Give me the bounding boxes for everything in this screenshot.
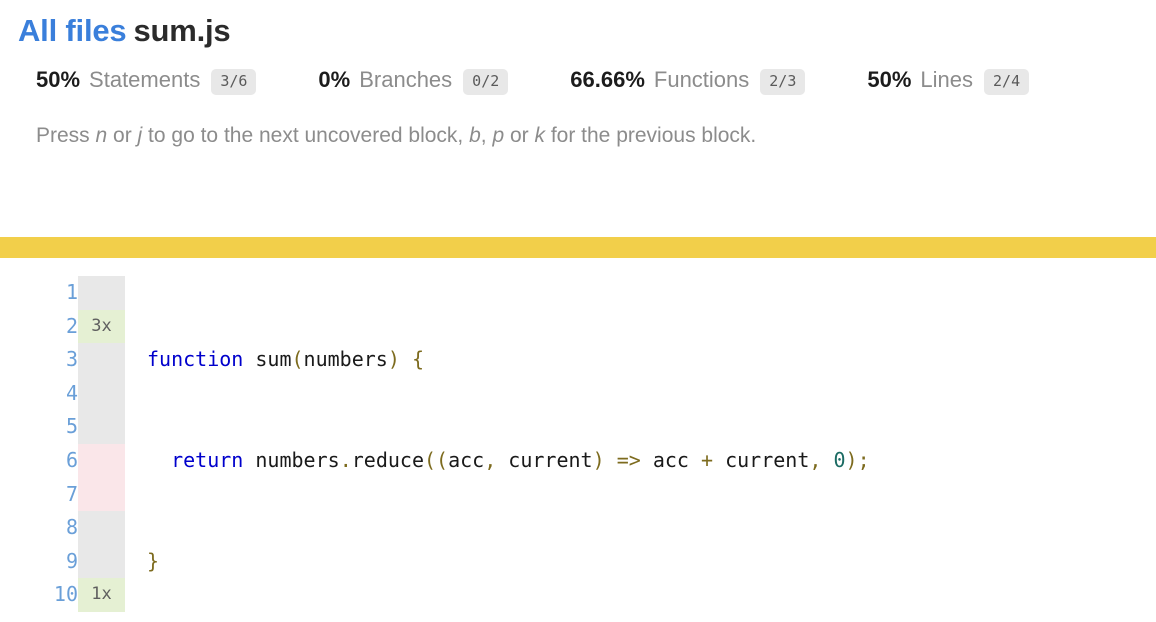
- line-number[interactable]: 7: [0, 478, 78, 512]
- code-line: function sum(numbers) {: [147, 343, 1156, 377]
- lines-fraction: 2/4: [984, 69, 1029, 95]
- code-line: }: [147, 545, 1156, 579]
- breadcrumb-all-files-link[interactable]: All files: [18, 13, 126, 48]
- line-number[interactable]: 10: [0, 578, 78, 612]
- functions-percent: 66.66%: [570, 67, 645, 93]
- lines-label: Lines: [920, 67, 973, 93]
- line-number[interactable]: 8: [0, 511, 78, 545]
- hint-key-n: n: [96, 124, 108, 147]
- execution-count: 1x: [78, 578, 125, 612]
- hint-key-p: p: [492, 124, 504, 147]
- line-number[interactable]: 2: [0, 310, 78, 344]
- metric-lines: 50% Lines 2/4: [867, 67, 1029, 96]
- lines-percent: 50%: [867, 67, 911, 93]
- hint-text-6: for the previous block.: [545, 124, 756, 147]
- line-number-gutter: 1 2 3 4 5 6 7 8 9 10: [0, 276, 78, 622]
- line-number[interactable]: 5: [0, 410, 78, 444]
- execution-count: [78, 511, 125, 545]
- functions-label: Functions: [654, 67, 749, 93]
- coverage-summary: 50% Statements 3/6 0% Branches 0/2 66.66…: [36, 67, 1156, 96]
- code-line: return numbers.reduce((acc, current) => …: [147, 444, 1156, 478]
- execution-count: [78, 410, 125, 444]
- branches-fraction: 0/2: [463, 69, 508, 95]
- execution-count-gutter: 3x 1x: [78, 276, 125, 622]
- hint-text-3: to go to the next uncovered block,: [142, 124, 469, 147]
- coverage-report-page: All filessum.js 50% Statements 3/6 0% Br…: [0, 0, 1156, 622]
- hint-text-5: or: [504, 124, 534, 147]
- execution-count: [78, 343, 125, 377]
- execution-count: [78, 377, 125, 411]
- line-number[interactable]: 4: [0, 377, 78, 411]
- current-file-name: sum.js: [133, 13, 230, 48]
- statements-percent: 50%: [36, 67, 80, 93]
- line-number[interactable]: 9: [0, 545, 78, 579]
- branches-label: Branches: [359, 67, 452, 93]
- metric-functions: 66.66% Functions 2/3: [570, 67, 805, 96]
- report-header: All filessum.js 50% Statements 3/6 0% Br…: [0, 0, 1156, 148]
- hint-text-4: ,: [481, 124, 493, 147]
- keyboard-navigation-hint: Press n or j to go to the next uncovered…: [36, 124, 1156, 148]
- hint-key-b: b: [469, 124, 481, 147]
- metric-branches: 0% Branches 0/2: [318, 67, 508, 96]
- statements-fraction: 3/6: [211, 69, 256, 95]
- coverage-status-bar: [0, 237, 1156, 258]
- source-code-viewer: 1 2 3 4 5 6 7 8 9 10 3x 1x function sum(…: [0, 276, 1156, 622]
- execution-count: [78, 444, 125, 478]
- hint-key-k: k: [534, 124, 545, 147]
- metric-statements: 50% Statements 3/6: [36, 67, 256, 96]
- hint-text-2: or: [107, 124, 137, 147]
- code-lines: function sum(numbers) { return numbers.r…: [125, 276, 1156, 622]
- execution-count: 3x: [78, 310, 125, 344]
- hint-text-1: Press: [36, 124, 96, 147]
- branches-percent: 0%: [318, 67, 350, 93]
- page-title: All filessum.js: [18, 12, 1156, 50]
- execution-count: [78, 545, 125, 579]
- line-number[interactable]: 3: [0, 343, 78, 377]
- line-number[interactable]: 6: [0, 444, 78, 478]
- line-number[interactable]: 1: [0, 276, 78, 310]
- execution-count: [78, 478, 125, 512]
- execution-count: [78, 276, 125, 310]
- statements-label: Statements: [89, 67, 200, 93]
- functions-fraction: 2/3: [760, 69, 805, 95]
